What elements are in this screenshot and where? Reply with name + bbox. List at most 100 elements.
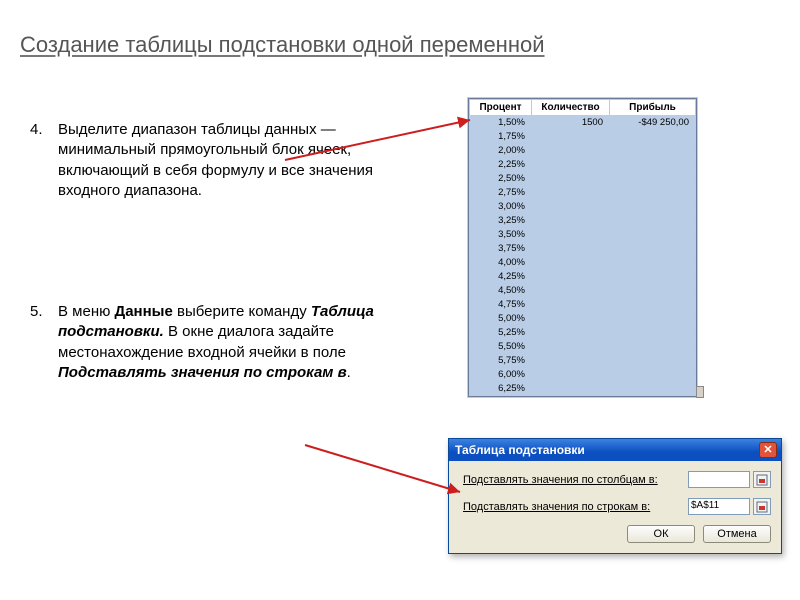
cell-percent: 4,75% — [470, 298, 532, 312]
page-title: Создание таблицы подстановки одной перем… — [20, 32, 545, 58]
cell-percent: 3,25% — [470, 214, 532, 228]
cell-percent: 4,50% — [470, 284, 532, 298]
range-picker-icon[interactable] — [753, 498, 771, 515]
cell-percent: 5,00% — [470, 312, 532, 326]
cell-percent: 1,50% — [470, 116, 532, 130]
instruction-4-number: 4. — [30, 120, 43, 140]
cell-percent: 1,75% — [470, 130, 532, 144]
cell-profit — [610, 312, 696, 326]
cell-percent: 4,25% — [470, 270, 532, 284]
cell-quantity — [532, 228, 610, 242]
cell-quantity — [532, 214, 610, 228]
cell-quantity — [532, 130, 610, 144]
table-row: 4,75% — [470, 298, 696, 312]
col-header-quantity: Количество — [532, 100, 610, 116]
cell-quantity — [532, 242, 610, 256]
cell-percent: 4,00% — [470, 256, 532, 270]
dialog-title: Таблица подстановки — [455, 443, 585, 457]
cell-quantity — [532, 326, 610, 340]
cell-profit — [610, 214, 696, 228]
input-by-rows[interactable]: $A$11 — [688, 498, 750, 515]
cell-quantity — [532, 186, 610, 200]
instruction-5: 5. В меню Данные выберите команду Таблиц… — [30, 302, 410, 383]
cell-profit — [610, 172, 696, 186]
cell-percent: 3,75% — [470, 242, 532, 256]
table-row: 2,00% — [470, 144, 696, 158]
table-row: 6,00% — [470, 368, 696, 382]
cell-quantity — [532, 354, 610, 368]
cell-percent: 6,25% — [470, 382, 532, 396]
cell-percent: 6,00% — [470, 368, 532, 382]
table-row: 4,25% — [470, 270, 696, 284]
cell-profit — [610, 256, 696, 270]
range-picker-icon[interactable] — [753, 471, 771, 488]
label-by-rows: Подставлять значения по строкам в: — [463, 501, 688, 513]
cell-quantity — [532, 200, 610, 214]
cell-percent: 2,50% — [470, 172, 532, 186]
col-header-profit: Прибыль — [610, 100, 696, 116]
cell-profit — [610, 270, 696, 284]
cell-quantity — [532, 172, 610, 186]
table-row: 6,25% — [470, 382, 696, 396]
table-row: 5,50% — [470, 340, 696, 354]
cell-profit — [610, 200, 696, 214]
instruction-4: 4. Выделите диапазон таблицы данных — ми… — [30, 120, 410, 201]
cell-quantity — [532, 144, 610, 158]
excel-table-screenshot: Процент Количество Прибыль 1,50%1500-$49… — [468, 98, 697, 397]
cell-quantity — [532, 298, 610, 312]
cell-percent: 2,00% — [470, 144, 532, 158]
cell-profit: -$49 250,00 — [610, 116, 696, 130]
cell-quantity — [532, 256, 610, 270]
table-row: 3,50% — [470, 228, 696, 242]
col-header-percent: Процент — [470, 100, 532, 116]
cell-profit — [610, 130, 696, 144]
cell-quantity — [532, 340, 610, 354]
cell-quantity — [532, 312, 610, 326]
cell-profit — [610, 284, 696, 298]
ok-button[interactable]: ОК — [627, 525, 695, 543]
cancel-button[interactable]: Отмена — [703, 525, 771, 543]
table-row: 2,75% — [470, 186, 696, 200]
dialog-titlebar: Таблица подстановки ✕ — [449, 439, 781, 461]
table-row: 3,75% — [470, 242, 696, 256]
cell-percent: 2,75% — [470, 186, 532, 200]
cell-profit — [610, 186, 696, 200]
cell-percent: 5,25% — [470, 326, 532, 340]
input-by-columns[interactable] — [688, 471, 750, 488]
table-row: 4,00% — [470, 256, 696, 270]
table-row: 5,00% — [470, 312, 696, 326]
instruction-5-number: 5. — [30, 302, 43, 322]
cell-profit — [610, 354, 696, 368]
table-row: 4,50% — [470, 284, 696, 298]
instruction-4-text: Выделите диапазон таблицы данных — миним… — [58, 120, 410, 201]
cell-profit — [610, 382, 696, 396]
cell-percent: 2,25% — [470, 158, 532, 172]
instruction-5-text: В меню Данные выберите команду Таблица п… — [58, 302, 410, 383]
cell-profit — [610, 326, 696, 340]
cell-percent: 5,75% — [470, 354, 532, 368]
cell-profit — [610, 144, 696, 158]
cell-profit — [610, 298, 696, 312]
cell-profit — [610, 242, 696, 256]
table-row: 2,25% — [470, 158, 696, 172]
label-by-columns: Подставлять значения по столбцам в: — [463, 474, 688, 486]
cell-quantity — [532, 368, 610, 382]
table-header-row: Процент Количество Прибыль — [470, 100, 696, 116]
cell-quantity: 1500 — [532, 116, 610, 130]
cell-profit — [610, 368, 696, 382]
cell-quantity — [532, 382, 610, 396]
cell-profit — [610, 228, 696, 242]
table-row: 3,00% — [470, 200, 696, 214]
cell-profit — [610, 158, 696, 172]
table-row: 1,75% — [470, 130, 696, 144]
table-row: 5,25% — [470, 326, 696, 340]
cell-percent: 3,50% — [470, 228, 532, 242]
table-row: 3,25% — [470, 214, 696, 228]
cell-quantity — [532, 270, 610, 284]
substitution-dialog: Таблица подстановки ✕ Подставлять значен… — [448, 438, 782, 554]
row-by-rows: Подставлять значения по строкам в: $A$11 — [463, 498, 771, 515]
table-row: 5,75% — [470, 354, 696, 368]
close-button[interactable]: ✕ — [759, 442, 777, 458]
table-row: 1,50%1500-$49 250,00 — [470, 116, 696, 130]
cell-quantity — [532, 158, 610, 172]
